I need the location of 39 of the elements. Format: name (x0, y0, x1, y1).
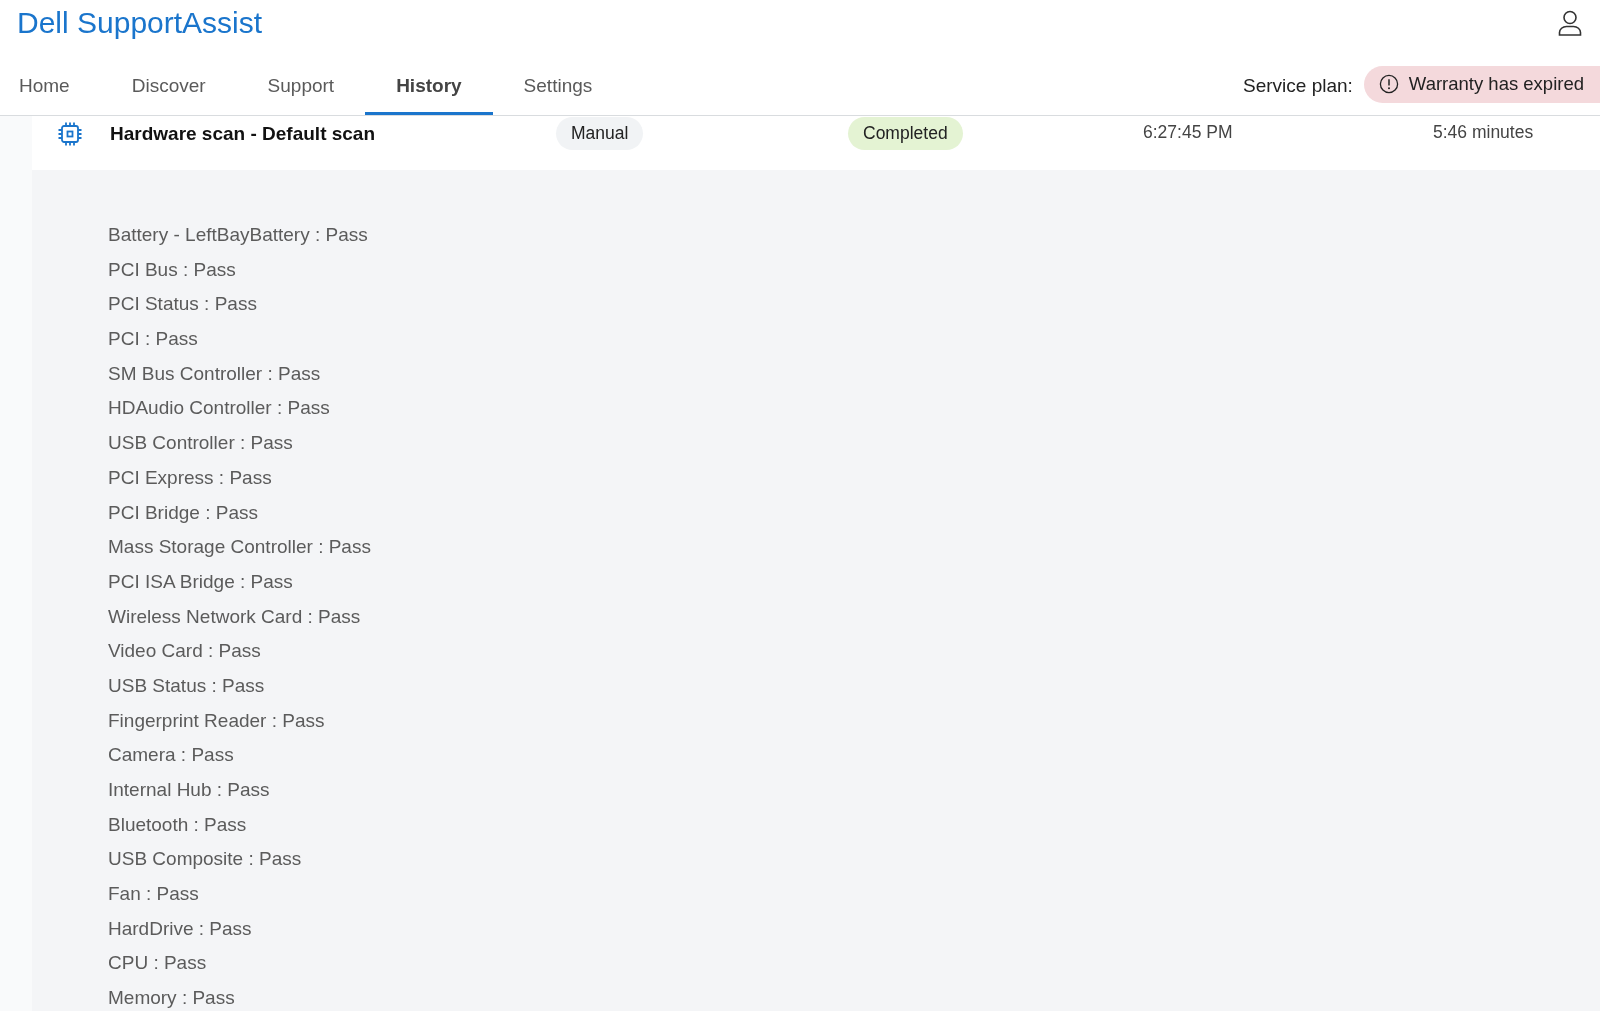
result-item: PCI Bus : Pass (108, 257, 236, 282)
scan-status-badge: Completed (848, 117, 963, 150)
result-item: Camera : Pass (108, 743, 234, 768)
result-item: Wireless Network Card : Pass (108, 604, 361, 629)
chip-icon (57, 121, 83, 147)
user-icon[interactable] (1558, 10, 1582, 36)
result-item: SM Bus Controller : Pass (108, 361, 321, 386)
nav-tab[interactable]: Settings (492, 57, 624, 115)
result-item: Memory : Pass (108, 986, 235, 1011)
result-item: PCI Express : Pass (108, 465, 272, 490)
result-item: Video Card : Pass (108, 639, 261, 664)
service-plan-label: Service plan: (1243, 75, 1353, 97)
result-item: PCI : Pass (108, 327, 198, 352)
nav-tab[interactable]: Discover (100, 57, 237, 115)
warranty-status-button[interactable]: Warranty has expired (1363, 65, 1600, 103)
scan-duration: 5:46 minutes (1433, 121, 1534, 144)
result-item: HardDrive : Pass (108, 916, 252, 941)
result-item: Bluetooth : Pass (108, 812, 247, 837)
result-item: Mass Storage Controller : Pass (108, 535, 371, 560)
scan-title: Hardware scan - Default scan (110, 122, 376, 146)
scan-row[interactable]: Hardware scan - Default scan Manual Completed 6:27:45 PM 5:46 minutes (32, 116, 1600, 170)
result-item: Internal Hub : Pass (108, 778, 270, 802)
scan-time: 6:27:45 PM (1143, 121, 1233, 144)
result-item: HDAudio Controller : Pass (108, 396, 330, 421)
result-item: USB Controller : Pass (108, 431, 293, 456)
info-icon (1378, 74, 1399, 94)
nav-tab[interactable]: Support (236, 57, 366, 115)
result-item: CPU : Pass (108, 951, 207, 976)
result-item: Battery - LeftBayBattery : Pass (108, 223, 368, 247)
result-item: Fan : Pass (108, 882, 199, 907)
result-item: PCI ISA Bridge : Pass (108, 569, 293, 594)
result-item: USB Status : Pass (108, 673, 265, 698)
app-title: Dell SupportAssist (17, 5, 263, 41)
scan-type-badge: Manual (556, 117, 644, 150)
result-item: PCI Status : Pass (108, 292, 257, 317)
result-item: USB Composite : Pass (108, 847, 302, 872)
result-item: PCI Bridge : Pass (108, 500, 258, 525)
nav-tab[interactable]: Home (19, 57, 101, 115)
result-item: Fingerprint Reader : Pass (108, 708, 325, 733)
